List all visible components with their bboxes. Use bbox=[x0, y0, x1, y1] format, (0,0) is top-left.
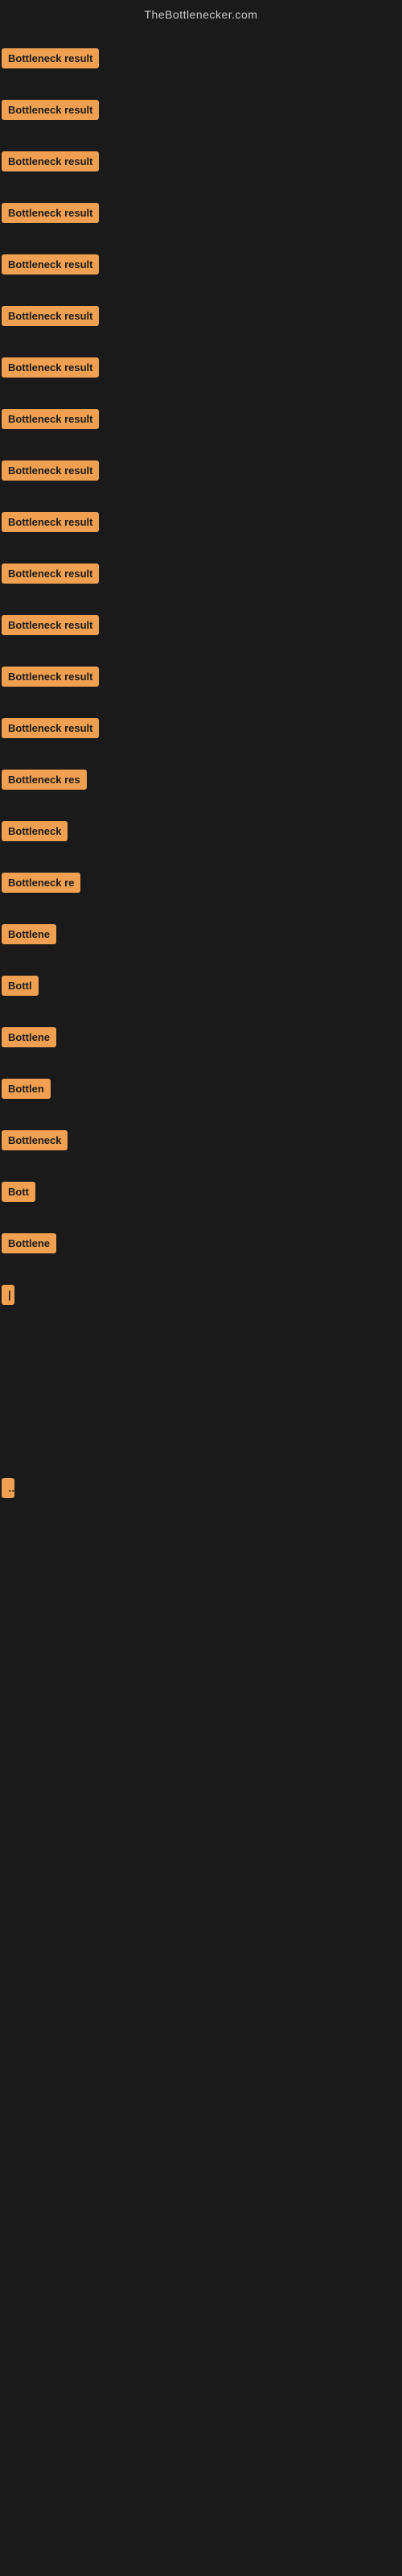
bottleneck-badge[interactable]: | bbox=[2, 1285, 14, 1305]
bottleneck-item-22: Bottleneck bbox=[0, 1106, 402, 1158]
bottleneck-badge[interactable]: Bottlen bbox=[2, 1079, 51, 1099]
bottleneck-item-13: Bottleneck result bbox=[0, 642, 402, 694]
bottleneck-badge[interactable]: Bottleneck result bbox=[2, 48, 99, 68]
bottleneck-badge[interactable]: Bottleneck bbox=[2, 1130, 68, 1150]
bottleneck-item-4: Bottleneck result bbox=[0, 179, 402, 230]
bottleneck-item-9: Bottleneck result bbox=[0, 436, 402, 488]
empty-row-32 bbox=[0, 1718, 402, 1789]
bottleneck-item-5: Bottleneck result bbox=[0, 230, 402, 282]
page-wrapper: TheBottlenecker.com Bottleneck resultBot… bbox=[0, 0, 402, 2576]
bottleneck-badge[interactable]: Bottleneck re bbox=[2, 873, 80, 893]
bottleneck-badge[interactable]: Bottleneck result bbox=[2, 718, 99, 738]
empty-row-33 bbox=[0, 1789, 402, 1860]
empty-row-34 bbox=[0, 1860, 402, 1930]
bottleneck-item-20: Bottlene bbox=[0, 1003, 402, 1055]
empty-row-31 bbox=[0, 1647, 402, 1718]
empty-row-27 bbox=[0, 1383, 402, 1454]
bottleneck-item-10: Bottleneck result bbox=[0, 488, 402, 539]
bottleneck-item-1: Bottleneck result bbox=[0, 24, 402, 76]
bottleneck-item-18: Bottlene bbox=[0, 900, 402, 952]
bottleneck-badge[interactable]: Bottleneck res bbox=[2, 770, 87, 790]
empty-row-26 bbox=[0, 1312, 402, 1383]
bottleneck-badge[interactable]: … bbox=[2, 1478, 14, 1498]
bottleneck-badge[interactable]: Bottleneck result bbox=[2, 667, 99, 687]
bottleneck-item-28: … bbox=[0, 1454, 402, 1505]
bottleneck-item-21: Bottlen bbox=[0, 1055, 402, 1106]
bottleneck-item-12: Bottleneck result bbox=[0, 591, 402, 642]
bottleneck-badge[interactable]: Bott bbox=[2, 1182, 35, 1202]
bottleneck-item-16: Bottleneck bbox=[0, 797, 402, 848]
bottleneck-badge[interactable]: Bottleneck result bbox=[2, 151, 99, 171]
items-container: Bottleneck result Bottleneck result Bottle… bbox=[0, 24, 402, 2072]
bottleneck-item-8: Bottleneck result bbox=[0, 385, 402, 436]
bottleneck-badge[interactable]: Bottleneck result bbox=[2, 254, 99, 275]
bottleneck-badge[interactable]: Bottleneck result bbox=[2, 615, 99, 635]
site-title: TheBottlenecker.com bbox=[0, 0, 402, 24]
bottleneck-badge[interactable]: Bottleneck result bbox=[2, 100, 99, 120]
bottleneck-badge[interactable]: Bottleneck result bbox=[2, 409, 99, 429]
empty-row-29 bbox=[0, 1505, 402, 1576]
bottleneck-item-14: Bottleneck result bbox=[0, 694, 402, 745]
bottleneck-item-15: Bottleneck res bbox=[0, 745, 402, 797]
bottleneck-badge[interactable]: Bottlene bbox=[2, 1027, 56, 1047]
empty-row-35 bbox=[0, 1930, 402, 2001]
bottleneck-badge[interactable]: Bottleneck result bbox=[2, 564, 99, 584]
bottleneck-badge[interactable]: Bottlene bbox=[2, 1233, 56, 1253]
empty-row-30 bbox=[0, 1576, 402, 1647]
bottleneck-item-6: Bottleneck result bbox=[0, 282, 402, 333]
bottleneck-badge[interactable]: Bottleneck bbox=[2, 821, 68, 841]
bottleneck-badge[interactable]: Bottleneck result bbox=[2, 357, 99, 378]
bottleneck-item-3: Bottleneck result bbox=[0, 127, 402, 179]
bottleneck-item-11: Bottleneck result bbox=[0, 539, 402, 591]
bottleneck-item-17: Bottleneck re bbox=[0, 848, 402, 900]
bottleneck-badge[interactable]: Bottleneck result bbox=[2, 512, 99, 532]
bottleneck-badge[interactable]: Bottl bbox=[2, 976, 39, 996]
bottleneck-item-19: Bottl bbox=[0, 952, 402, 1003]
bottleneck-item-7: Bottleneck result bbox=[0, 333, 402, 385]
bottleneck-item-2: Bottleneck result bbox=[0, 76, 402, 127]
bottleneck-badge[interactable]: Bottlene bbox=[2, 924, 56, 944]
bottleneck-item-25: | bbox=[0, 1261, 402, 1312]
bottleneck-badge[interactable]: Bottleneck result bbox=[2, 306, 99, 326]
bottleneck-item-23: Bott bbox=[0, 1158, 402, 1209]
bottleneck-item-24: Bottlene bbox=[0, 1209, 402, 1261]
bottleneck-badge[interactable]: Bottleneck result bbox=[2, 203, 99, 223]
bottleneck-badge[interactable]: Bottleneck result bbox=[2, 460, 99, 481]
empty-row-36 bbox=[0, 2001, 402, 2072]
